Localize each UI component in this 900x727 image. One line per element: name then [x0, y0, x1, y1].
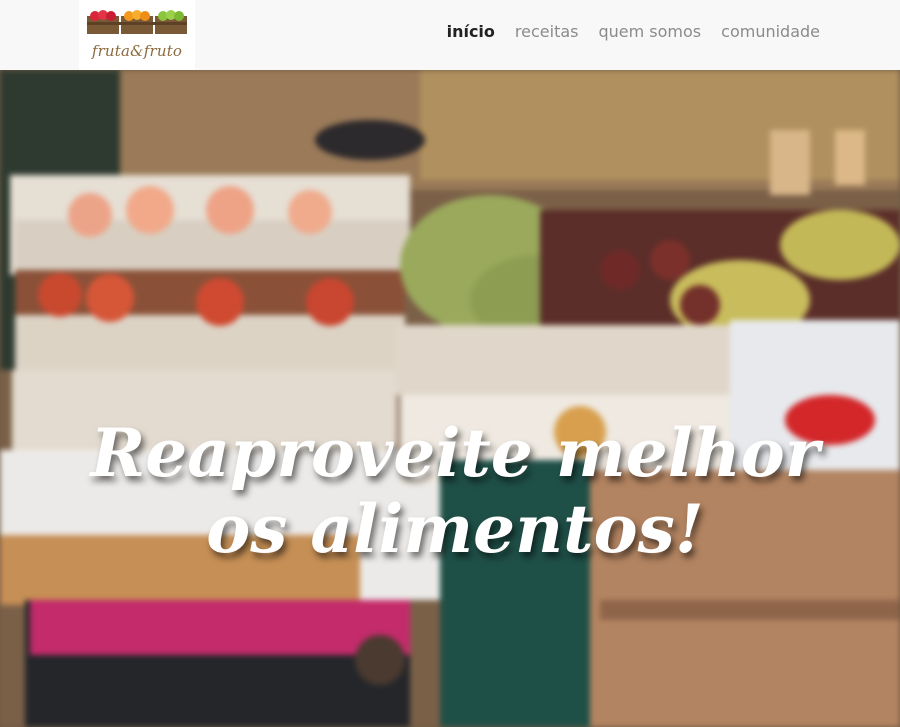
brand-logo[interactable]: fruta&fruto	[79, 0, 195, 70]
nav-item-receitas[interactable]: receitas	[515, 22, 579, 41]
nav-item-inicio[interactable]: início	[447, 22, 495, 41]
hero-title: Reaproveite melhor os alimentos!	[90, 414, 820, 568]
brand-name: fruta&fruto	[91, 42, 183, 60]
hero-banner: Reaproveite melhor os alimentos!	[0, 70, 900, 727]
nav-item-quem-somos[interactable]: quem somos	[598, 22, 701, 41]
main-nav: início receitas quem somos comunidade	[447, 22, 820, 41]
nav-item-comunidade[interactable]: comunidade	[721, 22, 820, 41]
site-header: fruta&fruto início receitas quem somos c…	[0, 0, 900, 70]
market-background-image	[0, 70, 900, 727]
fruit-crates-logo-icon	[87, 10, 187, 34]
